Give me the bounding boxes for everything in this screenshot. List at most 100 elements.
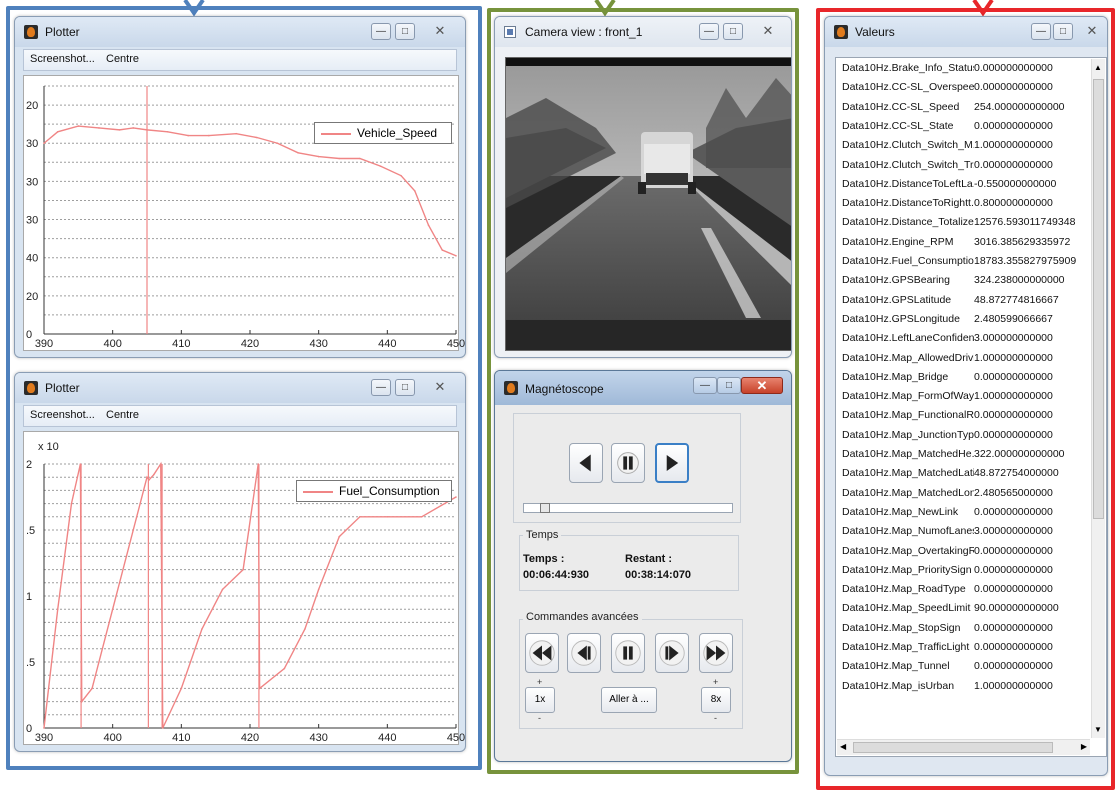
row-key: Data10Hz.Map_FormOfWay xyxy=(842,390,974,403)
close-button[interactable]: ✕ xyxy=(1075,23,1107,40)
row-value: 0.000000000000 xyxy=(974,428,1053,441)
row-key: Data10Hz.Map_isUrban xyxy=(842,679,955,692)
speed-left-button[interactable]: 1x xyxy=(525,687,555,713)
x-tick-label: 430 xyxy=(309,732,327,744)
remaining-label: Restant : xyxy=(625,553,673,565)
titlebar[interactable]: Plotter — □ ✕ xyxy=(15,17,465,47)
x-tick-label: 450 xyxy=(447,338,465,350)
row-value: 90.000000000000 xyxy=(974,602,1059,615)
maximize-button[interactable]: □ xyxy=(395,379,415,396)
row-value: -0.550000000000 xyxy=(974,177,1057,190)
titlebar[interactable]: Plotter — □ ✕ xyxy=(15,373,465,403)
close-button[interactable]: ✕ xyxy=(423,23,457,40)
speed-right-minus[interactable]: - xyxy=(714,713,717,723)
advanced-commands-legend: Commandes avancées xyxy=(523,611,642,623)
values-table[interactable]: Data10Hz.Brake_Info_Status 0.000000000000… xyxy=(835,57,1107,757)
row-value: 0.000000000000 xyxy=(974,544,1053,557)
row-value: 0.000000000000 xyxy=(974,119,1053,132)
data-point xyxy=(118,129,121,131)
data-point xyxy=(91,687,93,690)
step-back-button[interactable] xyxy=(569,443,603,483)
row-key: Data10Hz.Map_SpeedLimit xyxy=(842,602,971,615)
row-value: 0.000000000000 xyxy=(974,370,1053,383)
goto-button[interactable]: Aller à ... xyxy=(601,687,657,713)
x-tick-label: 440 xyxy=(378,732,396,744)
arrow-down-icon-green xyxy=(594,0,616,16)
row-key: Data10Hz.Map_Bridge xyxy=(842,370,949,383)
y-tick-label: 30 xyxy=(26,138,38,150)
scroll-left-icon[interactable]: ◀ xyxy=(840,742,846,751)
speed-left-minus[interactable]: - xyxy=(538,713,541,723)
row-key: Data10Hz.DistanceToLeftLa... xyxy=(842,177,974,190)
close-button[interactable]: ✕ xyxy=(741,377,783,394)
plot-area[interactable]: 390 400 410 420 430 440 450 0 .5 1 .5 2 x 10 Fuel_Co… xyxy=(23,431,465,745)
close-button[interactable]: ✕ xyxy=(423,379,457,396)
plot-area[interactable]: 390 400 410 420 430 440 450 0 20 40 30 30 30 20 Vehic… xyxy=(23,75,465,351)
pause-button[interactable] xyxy=(611,443,645,483)
row-key: Data10Hz.Map_StopSign xyxy=(842,621,961,634)
data-point xyxy=(111,608,114,610)
x-tick-label: 440 xyxy=(378,338,396,350)
hscrollbar-thumb[interactable] xyxy=(853,742,1053,753)
scrollbar-thumb[interactable] xyxy=(1093,79,1104,519)
titlebar[interactable]: Valeurs — □ ✕ xyxy=(825,17,1107,47)
minimize-button[interactable]: — xyxy=(699,23,719,40)
row-value: 18783.355827975909 xyxy=(974,255,1077,267)
fast-forward-button[interactable] xyxy=(699,633,733,673)
data-point xyxy=(187,134,189,137)
play-button[interactable] xyxy=(655,443,689,483)
step-forward-slow-button[interactable] xyxy=(655,633,689,673)
speed-left-plus[interactable]: + xyxy=(537,677,542,687)
scroll-up-icon[interactable]: ▲ xyxy=(1094,63,1102,72)
row-key: Data10Hz.GPSLatitude xyxy=(842,293,952,306)
data-point xyxy=(338,535,341,538)
titlebar[interactable]: Camera view : front_1 — □ ✕ xyxy=(495,17,791,47)
time-group-legend: Temps xyxy=(523,529,562,541)
maximize-button[interactable]: □ xyxy=(723,23,743,40)
maximize-button[interactable]: □ xyxy=(395,23,415,40)
x-tick-label: 400 xyxy=(103,732,121,744)
menu-screenshot[interactable]: Screenshot... xyxy=(30,409,95,421)
minimize-button[interactable]: — xyxy=(693,377,717,394)
maximize-button[interactable]: □ xyxy=(1053,23,1073,40)
row-value: 48.872754000000 xyxy=(974,467,1059,480)
data-point xyxy=(208,134,210,137)
position-slider[interactable] xyxy=(523,503,733,513)
menu-screenshot[interactable]: Screenshot... xyxy=(30,53,95,65)
speed-right-plus[interactable]: + xyxy=(713,677,718,687)
data-point xyxy=(146,476,148,478)
menu-centre[interactable]: Centre xyxy=(106,53,139,65)
vertical-scrollbar[interactable]: ▲ ▼ xyxy=(1091,59,1105,738)
row-key: Data10Hz.Map_RoadType xyxy=(842,583,966,596)
pause-advanced-button[interactable] xyxy=(611,633,645,673)
close-button[interactable]: ✕ xyxy=(751,23,785,40)
titlebar[interactable]: Magnétoscope — □ ✕ xyxy=(495,371,791,405)
vehicle-speed-chart: 390 400 410 420 430 440 450 0 20 40 30 30 30 20 xyxy=(26,85,465,350)
scroll-down-icon[interactable]: ▼ xyxy=(1094,725,1102,734)
data-point xyxy=(317,155,320,158)
chart-legend: Fuel_Consumption xyxy=(296,480,452,502)
row-key: Data10Hz.Map_NewLink xyxy=(842,505,959,518)
step-back-slow-button[interactable] xyxy=(567,633,601,673)
horizontal-scrollbar[interactable]: ◀ ▶ xyxy=(837,739,1090,755)
scroll-right-icon[interactable]: ▶ xyxy=(1081,742,1087,751)
fast-rewind-button[interactable] xyxy=(525,633,559,673)
row-value: 0.000000000000 xyxy=(974,621,1053,634)
data-point xyxy=(359,157,361,160)
row-key: Data10Hz.GPSBearing xyxy=(842,274,950,287)
menu-centre[interactable]: Centre xyxy=(106,409,139,421)
slider-thumb[interactable] xyxy=(539,503,550,513)
minimize-button[interactable]: — xyxy=(1031,23,1051,40)
row-value: 0.000000000000 xyxy=(974,583,1053,596)
data-point xyxy=(359,516,361,518)
minimize-button[interactable]: — xyxy=(371,379,391,396)
data-point xyxy=(441,249,444,251)
y-tick-label: 30 xyxy=(26,215,38,227)
minimize-button[interactable]: — xyxy=(371,23,391,40)
speed-right-button[interactable]: 8x xyxy=(701,687,731,713)
row-value: 0.000000000000 xyxy=(974,660,1053,673)
maximize-button[interactable]: □ xyxy=(717,377,741,394)
row-value: 0.000000000000 xyxy=(974,641,1053,653)
data-point xyxy=(166,130,169,133)
row-key: Data10Hz.Map_MatchedHe... xyxy=(842,448,974,460)
